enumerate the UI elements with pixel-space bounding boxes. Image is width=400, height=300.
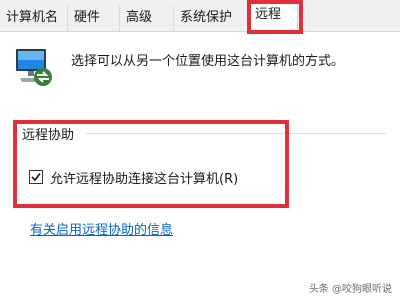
allow-remote-assistance-checkbox[interactable] <box>29 170 43 184</box>
tab-bar: 计算机名 硬件 高级 系统保护 远程 <box>0 0 400 32</box>
tab-system-protection-label: 系统保护 <box>180 10 233 25</box>
tab-advanced[interactable]: 高级 <box>120 6 174 31</box>
watermark: 头条 @咬狗眼听说 <box>308 284 392 295</box>
tab-computer-name-label: 计算机名 <box>6 10 59 25</box>
tab-remote[interactable]: 远程 <box>248 2 298 32</box>
checkmark-icon <box>31 173 41 182</box>
remote-assistance-info-link[interactable]: 有关启用远程协助的信息 <box>30 219 173 238</box>
group-divider <box>86 133 386 134</box>
tab-computer-name[interactable]: 计算机名 <box>0 6 68 31</box>
remote-assistance-group-title: 远程协助 <box>22 128 75 143</box>
tab-hardware[interactable]: 硬件 <box>68 6 120 31</box>
tab-remote-label: 远程 <box>255 7 282 22</box>
tab-advanced-label: 高级 <box>126 10 153 25</box>
remote-description: 选择可以从另一个位置使用这台计算机的方式。 <box>71 54 345 69</box>
allow-remote-assistance-label[interactable]: 允许远程协助连接这台计算机(R) <box>50 168 238 187</box>
tab-hardware-label: 硬件 <box>74 10 101 25</box>
tab-system-protection[interactable]: 系统保护 <box>174 6 248 31</box>
remote-computer-icon <box>10 44 56 94</box>
